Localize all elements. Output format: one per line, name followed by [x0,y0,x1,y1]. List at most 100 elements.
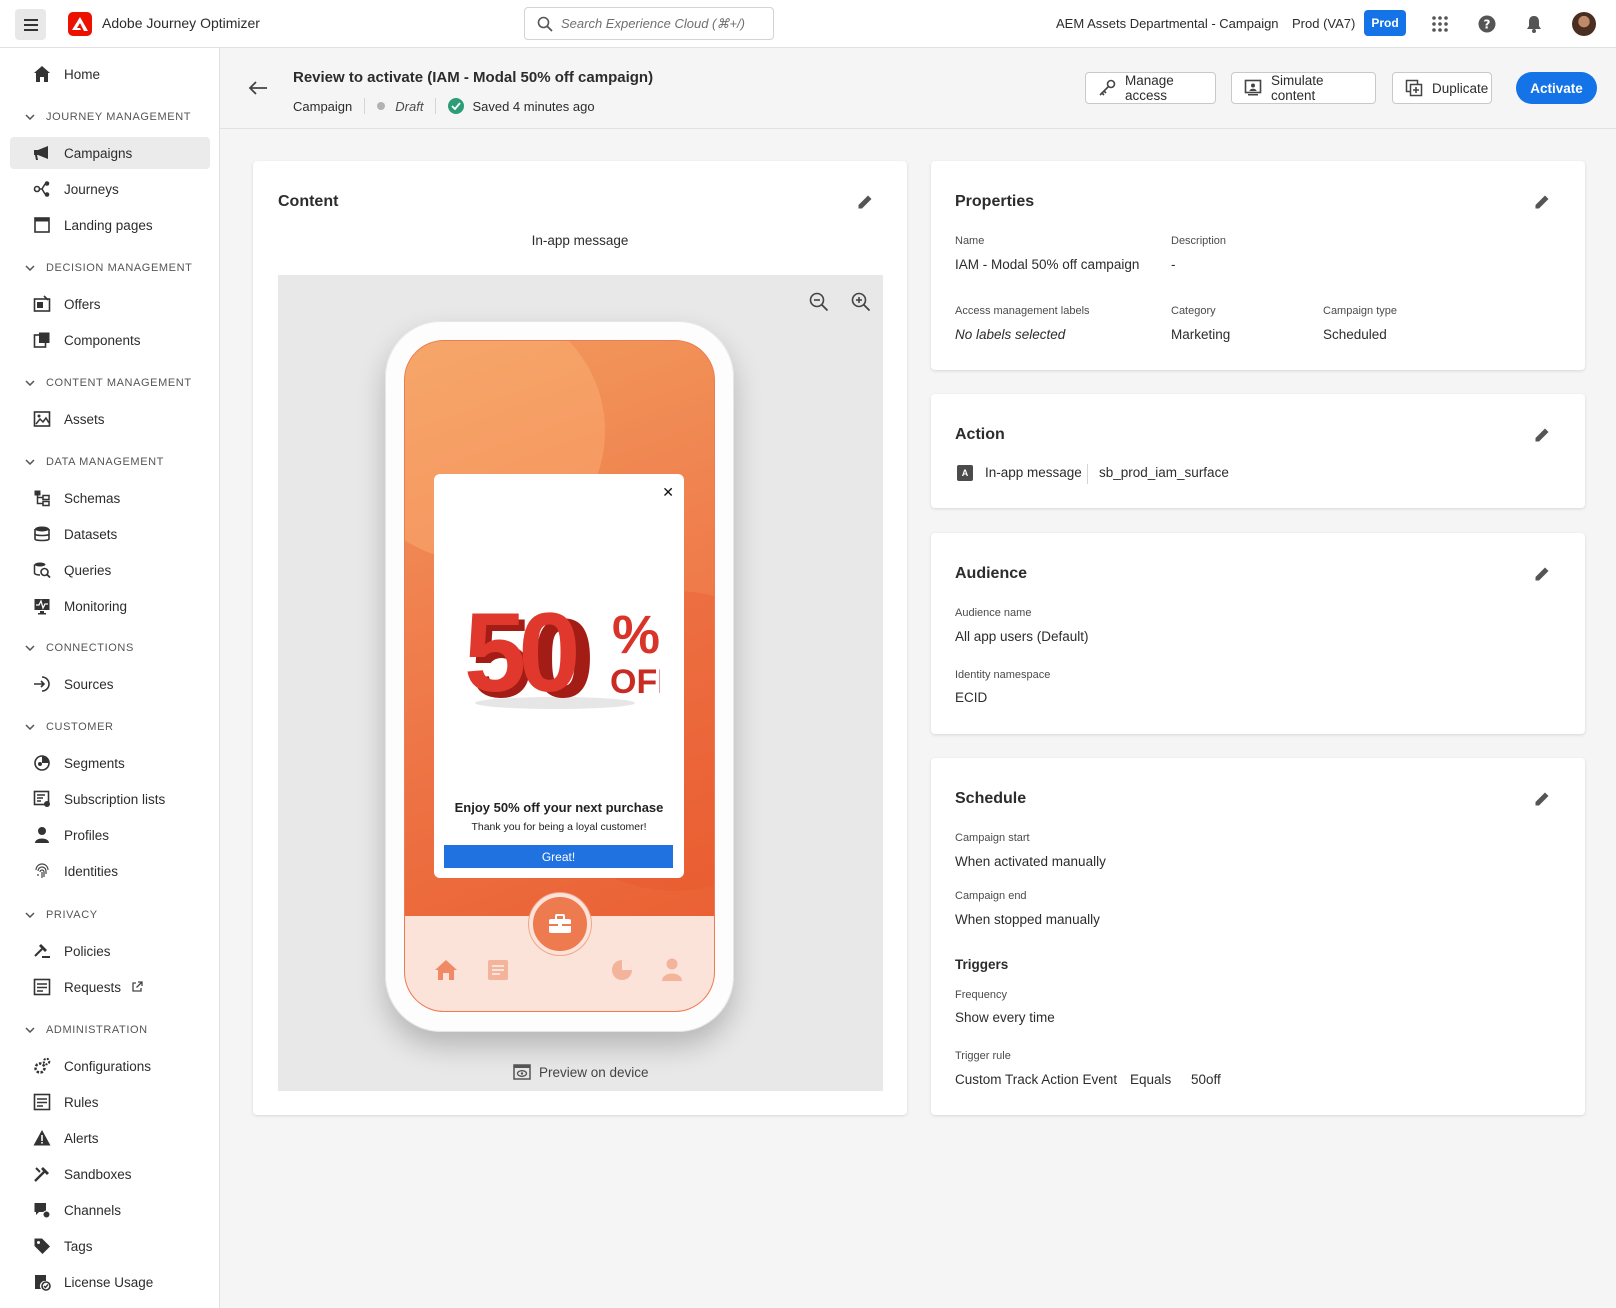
sidebar-item-policies[interactable]: Policies [10,935,210,967]
search-input[interactable] [561,9,766,38]
section-customer[interactable]: CUSTOMER [24,717,114,737]
profile-icon[interactable] [661,958,683,982]
sidebar-item-license-usage[interactable]: License Usage [10,1266,210,1298]
activate-button[interactable]: Activate [1516,72,1597,104]
search-icon [537,16,553,32]
category-value: Marketing [1171,327,1231,342]
assets-icon [32,409,52,429]
apps-grid-icon[interactable] [1428,12,1452,36]
section-connections[interactable]: CONNECTIONS [24,638,134,658]
triggers-title: Triggers [955,957,1009,972]
zoom-out-icon[interactable] [809,292,829,312]
pencil-icon[interactable] [1533,565,1551,583]
simulate-content-button[interactable]: Simulate content [1231,72,1376,104]
sidebar-item-label: Sandboxes [64,1166,132,1182]
audience-name: All app users (Default) [955,629,1089,644]
section-administration[interactable]: ADMINISTRATION [24,1020,148,1040]
close-icon[interactable]: ✕ [662,484,674,501]
access-labels-value: No labels selected [955,327,1066,342]
sidebar-item-home[interactable]: Home [10,58,210,90]
pencil-icon[interactable] [1533,193,1551,211]
chart-pie-icon[interactable] [611,959,633,981]
sidebar-item-monitoring[interactable]: Monitoring [10,590,210,622]
category-label: Category [1171,305,1216,317]
sidebar-item-rules[interactable]: Rules [10,1086,210,1118]
pencil-icon[interactable] [1533,426,1551,444]
sidebar-item-components[interactable]: Components [10,324,210,356]
env-badge[interactable]: Prod [1364,10,1406,36]
sidebar-item-label: Schemas [64,490,121,506]
section-data-management[interactable]: DATA MANAGEMENT [24,452,164,472]
offer-icon [32,294,52,314]
offer-cta-button[interactable]: Great! [444,845,673,868]
zoom-in-icon[interactable] [851,292,871,312]
sidebar-item-identities[interactable]: Identities [10,855,210,887]
preview-on-device-button[interactable]: Preview on device [513,1062,649,1082]
offer-image-percent: % [612,605,660,665]
section-journey-management[interactable]: JOURNEY MANAGEMENT [24,107,191,127]
sidebar-item-sources[interactable]: Sources [10,668,210,700]
sidebar-item-label: Components [64,332,141,348]
rules-icon [32,1092,52,1112]
action-surface: sb_prod_iam_surface [1099,465,1229,480]
help-icon[interactable]: ? [1475,12,1499,36]
sandbox-switcher[interactable]: Prod (VA7) [1292,16,1355,31]
sidebar-item-journeys[interactable]: Journeys [10,173,210,205]
sidebar-item-channels[interactable]: Channels [10,1194,210,1226]
duplicate-button[interactable]: Duplicate [1392,72,1492,104]
sidebar-item-requests[interactable]: Requests [10,971,210,1003]
pencil-icon[interactable] [1533,790,1551,808]
campaign-type-value: Scheduled [1323,327,1387,342]
sidebar-item-sandboxes[interactable]: Sandboxes [10,1158,210,1190]
adobe-logo-icon[interactable] [68,12,92,36]
sidebar-item-configurations[interactable]: Configurations [10,1050,210,1082]
sidebar-item-label: Identities [64,863,119,879]
sources-icon [32,674,52,694]
home-icon[interactable] [434,959,458,981]
section-decision-management[interactable]: DECISION MANAGEMENT [24,258,192,278]
pencil-icon[interactable] [856,193,874,211]
sidebar-item-alerts[interactable]: Alerts [10,1122,210,1154]
search-box[interactable] [524,7,774,40]
org-switcher[interactable]: AEM Assets Departmental - Campaign [1056,16,1279,31]
sandbox-icon [32,1164,52,1184]
sidebar-item-datasets[interactable]: Datasets [10,518,210,550]
sidebar-item-subscription-lists[interactable]: Subscription lists [10,783,210,815]
sidebar-item-landing-pages[interactable]: Landing pages [10,209,210,241]
svg-text:?: ? [1484,18,1491,32]
subscription-icon [32,789,52,809]
chevron-down-icon [24,721,36,733]
trigger-operator: Equals [1130,1072,1172,1087]
sidebar-item-schemas[interactable]: Schemas [10,482,210,514]
menu-icon[interactable] [15,9,46,40]
briefcase-button[interactable] [529,893,591,955]
campaign-start-label: Campaign start [955,832,1030,844]
back-arrow-icon[interactable] [248,78,268,98]
document-icon[interactable] [487,959,509,981]
sidebar-item-assets[interactable]: Assets [10,403,210,435]
sidebar-item-offers[interactable]: Offers [10,288,210,320]
section-content-management[interactable]: CONTENT MANAGEMENT [24,373,192,393]
avatar[interactable] [1572,12,1596,36]
sidebar-item-profiles[interactable]: Profiles [10,819,210,851]
duplicate-icon [1405,79,1423,97]
sidebar-item-segments[interactable]: Segments [10,747,210,779]
properties-card-title: Properties [955,193,1035,210]
header-divider [220,128,1616,129]
divider [435,98,437,114]
action-card-title: Action [955,426,1005,443]
sidebar-item-label: Offers [64,296,101,312]
divider [1087,464,1088,484]
manage-access-button[interactable]: Manage access [1085,72,1216,104]
profile-icon [32,825,52,845]
sidebar-item-label: Queries [64,562,112,578]
sidebar-item-label: Channels [64,1202,122,1218]
sidebar-item-queries[interactable]: Queries [10,554,210,586]
section-privacy[interactable]: PRIVACY [24,905,98,925]
app-name[interactable]: Adobe Journey Optimizer [102,15,260,31]
sidebar-item-campaigns[interactable]: Campaigns [10,137,210,169]
campaign-meta: Campaign Draft Saved 4 minutes ago [293,98,595,114]
sidebar-item-tags[interactable]: Tags [10,1230,210,1262]
sidebar-item-label: Sources [64,676,114,692]
bell-icon[interactable] [1522,12,1546,36]
